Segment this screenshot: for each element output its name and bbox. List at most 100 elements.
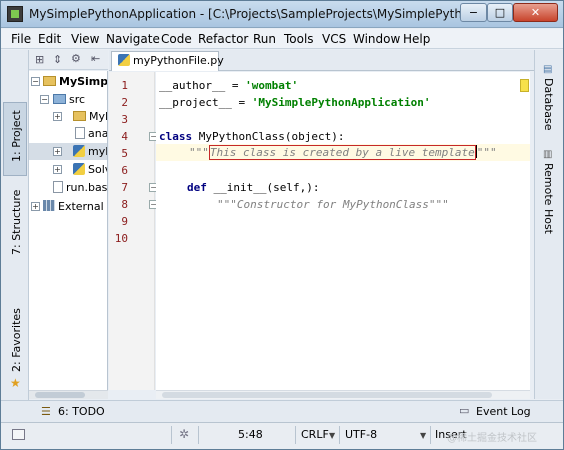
menu-tools[interactable]: Tools — [284, 32, 314, 46]
tab-remote-host[interactable]: Remote Host — [542, 163, 555, 234]
menu-view[interactable]: View — [71, 32, 99, 46]
tree-item[interactable]: ana — [31, 125, 107, 142]
title-bar[interactable]: MySimplePythonApplication - [C:\Projects… — [1, 1, 563, 28]
chevron-down-icon: ▼ — [420, 431, 427, 440]
right-tool-strip: ▤ Database ▥ Remote Host — [534, 50, 563, 399]
menu-vcs[interactable]: VCS — [322, 32, 346, 46]
tool-window-bar: ☰ 6: TODO ▭ Event Log — [1, 400, 563, 422]
folder-icon — [73, 111, 86, 121]
menu-navigate[interactable]: Navigate — [106, 32, 160, 46]
editor-gutter: 1 2 3 4 5 6 7 8 9 10 − − − — [109, 72, 158, 390]
expand-icon[interactable]: + — [53, 147, 62, 156]
tab-favorites[interactable]: 2: Favorites — [10, 308, 23, 372]
tree-label: myP — [88, 145, 107, 158]
tree-item[interactable]: + MyP — [31, 108, 107, 125]
line-number: 2 — [121, 96, 128, 109]
line-number: 3 — [121, 113, 128, 126]
tab-project-label[interactable]: 1: Project — [10, 110, 23, 162]
editor-hscrollbar[interactable] — [156, 390, 530, 399]
editor-tab-bar: myPythonFile.py — [109, 50, 534, 71]
pycharm-app-icon — [7, 6, 23, 22]
tab-todo[interactable]: 6: TODO — [58, 405, 105, 418]
database-icon: ▤ — [543, 64, 553, 75]
tree-item[interactable]: + Solv — [31, 161, 107, 178]
tree-root[interactable]: − MySimpleP — [31, 73, 108, 90]
tab-database[interactable]: Database — [542, 78, 555, 131]
tree-item[interactable]: run.bash — [31, 179, 108, 196]
file-icon — [53, 181, 63, 193]
expand-icon[interactable]: + — [53, 112, 62, 121]
encoding[interactable]: UTF-8 — [345, 428, 377, 441]
scroll-thumb[interactable] — [35, 392, 85, 398]
code-line-4: class MyPythonClass(object): — [159, 130, 345, 143]
tab-event-log[interactable]: Event Log — [476, 405, 531, 418]
line-number: 5 — [121, 147, 128, 160]
file-icon — [75, 127, 85, 139]
status-bar: ✲ 5:48 CRLF ▼ UTF-8 ▼ Insert @稀土掘金技术社区 — [1, 422, 563, 449]
expand-icon[interactable]: + — [53, 165, 62, 174]
watermark: @稀土掘金技术社区 — [447, 433, 537, 444]
close-button[interactable]: ✕ — [513, 3, 558, 22]
python-file-icon — [118, 54, 130, 66]
line-number: 8 — [121, 198, 128, 211]
editor-tab[interactable]: myPythonFile.py — [111, 51, 224, 71]
menu-file[interactable]: File — [11, 32, 31, 46]
line-number: 4 — [121, 130, 128, 143]
caret-position[interactable]: 5:48 — [238, 428, 263, 441]
split-icon[interactable]: ⊞ — [35, 53, 44, 66]
menu-refactor[interactable]: Refactor — [198, 32, 248, 46]
editor-tab-label: myPythonFile.py — [133, 54, 224, 67]
menu-run[interactable]: Run — [253, 32, 276, 46]
remote-host-icon: ▥ — [543, 149, 553, 160]
maximize-button[interactable]: □ — [487, 3, 513, 22]
tree-label: External Libr — [58, 200, 107, 213]
line-number: 1 — [121, 79, 128, 92]
menu-window[interactable]: Window — [353, 32, 400, 46]
project-toolbar: ⊞ ⇕ ⚙ ⇤ — [29, 50, 108, 70]
tree-src[interactable]: − src — [31, 91, 85, 108]
tree-label: MySimpleP — [59, 75, 108, 88]
hide-icon[interactable]: ⇤ — [91, 52, 100, 65]
code-line-7: def __init__(self,): — [187, 181, 320, 194]
project-hscrollbar[interactable] — [29, 390, 108, 399]
tree-label: run.bash — [66, 181, 108, 194]
tree-label: MyP — [89, 110, 107, 123]
left-tool-strip: 1: Project 7: Structure 2: Favorites ★ — [1, 50, 29, 419]
menu-code[interactable]: Code — [161, 32, 192, 46]
chevron-down-icon: ▼ — [329, 431, 336, 440]
tool-windows-icon[interactable] — [12, 429, 25, 440]
progress-icon: ✲ — [179, 427, 190, 441]
menu-help[interactable]: Help — [403, 32, 430, 46]
line-number: 9 — [121, 215, 128, 228]
line-number: 7 — [121, 181, 128, 194]
collapse-icon[interactable]: − — [31, 77, 40, 86]
tree-external-libraries[interactable]: + External Libr — [31, 198, 107, 215]
python-file-icon — [73, 163, 85, 175]
favorites-star-icon: ★ — [10, 376, 21, 390]
folder-icon — [53, 94, 66, 104]
live-template-field[interactable]: This class is created by a live template — [208, 145, 476, 160]
minimize-button[interactable]: − — [460, 3, 487, 22]
ide-window: MySimplePythonApplication - [C:\Projects… — [0, 0, 564, 450]
todo-icon: ☰ — [41, 405, 51, 418]
line-number: 10 — [114, 232, 128, 245]
collapse-icon[interactable]: ⇕ — [53, 53, 62, 66]
scroll-thumb[interactable] — [162, 392, 492, 398]
collapse-icon[interactable]: − — [40, 95, 49, 104]
event-log-icon: ▭ — [459, 404, 470, 417]
inspection-marker[interactable] — [520, 79, 529, 92]
code-line-5: """This class is created by a live templ… — [189, 145, 497, 160]
window-title: MySimplePythonApplication - [C:\Projects… — [29, 7, 497, 21]
menu-edit[interactable]: Edit — [38, 32, 61, 46]
tab-structure[interactable]: 7: Structure — [10, 190, 23, 255]
tree-label: src — [69, 93, 86, 106]
expand-icon[interactable]: + — [31, 202, 40, 211]
gear-icon[interactable]: ⚙ — [71, 52, 81, 65]
tree-label: Solv — [88, 163, 107, 176]
tree-item-selected[interactable]: + myP — [29, 143, 107, 160]
line-separator[interactable]: CRLF — [301, 428, 329, 441]
code-editor[interactable]: __author__ = 'wombat' __project__ = 'MyS… — [156, 72, 530, 390]
code-line-2: __project__ = 'MySimplePythonApplication… — [159, 96, 431, 109]
code-line-8: """Constructor for MyPythonClass""" — [217, 198, 449, 211]
python-file-icon — [73, 145, 85, 157]
